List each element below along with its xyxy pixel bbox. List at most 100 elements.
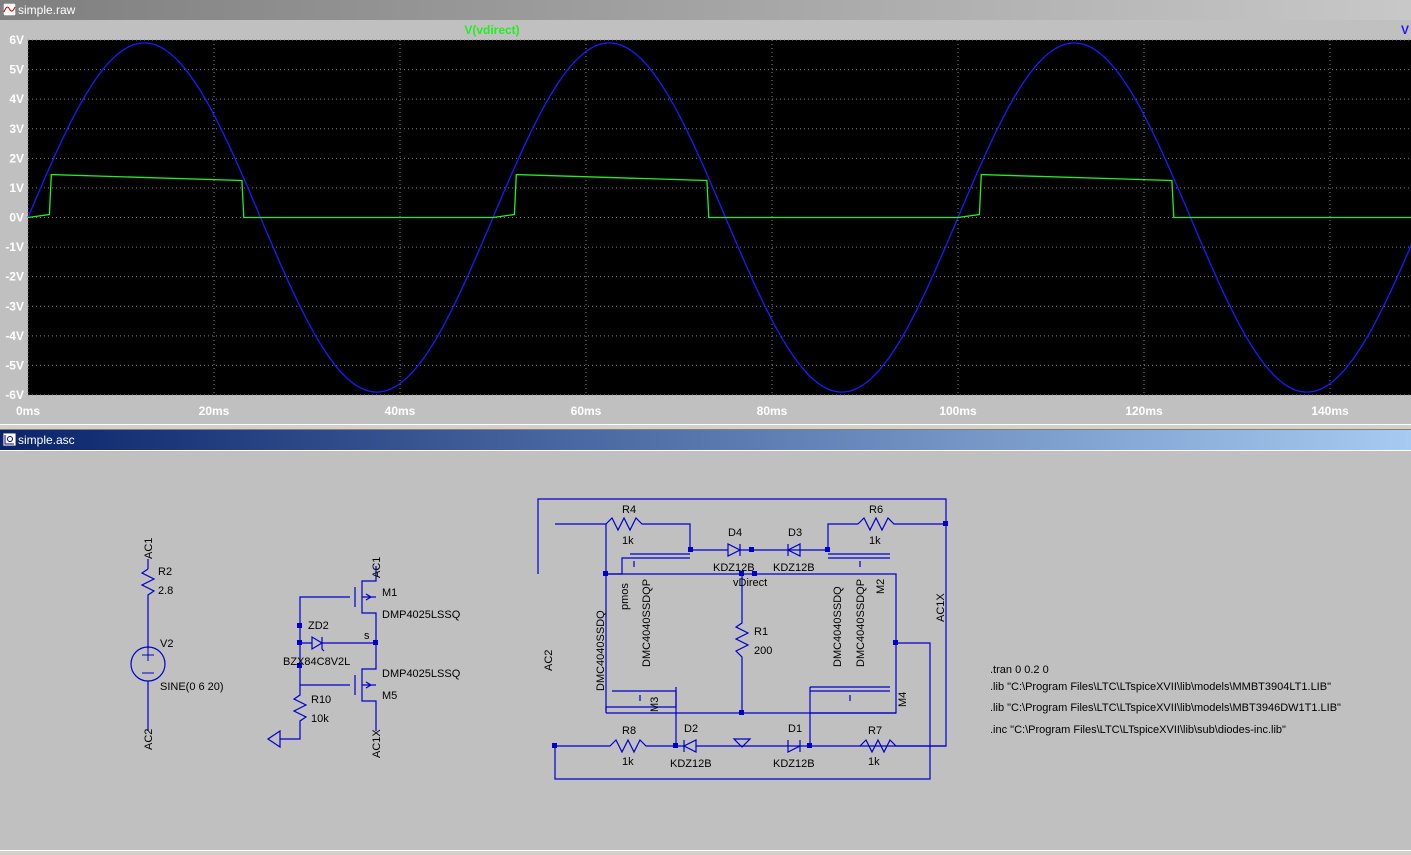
label-d1-model[interactable]: KDZ12B — [773, 758, 815, 770]
label-ac2-bridge[interactable]: AC2 — [543, 650, 555, 671]
label-m4[interactable]: M4 — [897, 692, 909, 707]
label-ac1x-bridge[interactable]: AC1X — [935, 593, 947, 622]
label-r6-value[interactable]: 1k — [869, 535, 881, 547]
y-tick-label: 5V — [9, 63, 24, 77]
label-r1[interactable]: R1 — [754, 626, 768, 638]
y-tick-label: 2V — [9, 151, 24, 165]
label-r7[interactable]: R7 — [868, 725, 882, 737]
label-vdirect[interactable]: vDirect — [733, 577, 767, 589]
label-r2[interactable]: R2 — [158, 566, 172, 578]
label-ac1-switch[interactable]: AC1 — [371, 557, 383, 578]
m1-body-arrow — [362, 593, 376, 601]
label-r8-value[interactable]: 1k — [622, 756, 634, 768]
label-d4[interactable]: D4 — [728, 527, 742, 539]
y-tick-label: 6V — [9, 33, 24, 47]
mosfet-m5-gate — [299, 666, 356, 695]
label-left-mos-b[interactable]: DMC4040SSDQP — [641, 579, 653, 667]
y-tick-label: 3V — [9, 122, 24, 136]
y-tick-label: -5V — [5, 358, 24, 372]
waveform-app-icon — [3, 3, 16, 16]
m5-body-arrow — [362, 681, 376, 689]
schematic-wires — [130, 498, 947, 780]
resistor-r2-symbol — [140, 568, 156, 649]
directive-lib-2[interactable]: .lib "C:\Program Files\LTC\LTspiceXVII\l… — [990, 702, 1341, 714]
label-d1[interactable]: D1 — [788, 723, 802, 735]
y-tick-label: -1V — [5, 240, 24, 254]
label-r8[interactable]: R8 — [622, 725, 636, 737]
x-axis-ticks: 0ms 20ms 40ms 60ms 80ms 100ms 120ms 140ms — [16, 404, 1349, 418]
label-pmos[interactable]: pmos — [619, 583, 631, 610]
resistor-r10-symbol — [280, 685, 308, 740]
label-right-mos-a[interactable]: DMC4040SSDQ — [832, 586, 844, 667]
label-m1[interactable]: M1 — [382, 587, 397, 599]
y-tick-label: 0V — [9, 211, 24, 225]
x-tick-label: 80ms — [757, 404, 788, 418]
x-tick-label: 120ms — [1125, 404, 1163, 418]
label-d2[interactable]: D2 — [684, 723, 698, 735]
schematic-canvas[interactable]: AC1 R2 2.8 V2 SINE(0 6 20) AC2 AC1 M1 DM… — [0, 451, 1411, 851]
schematic-app-icon — [3, 433, 16, 446]
label-d3-model[interactable]: KDZ12B — [773, 562, 815, 574]
waveform-plot[interactable]: 6V 5V 4V 3V 2V 1V 0V -1V -2V -3V -4V -5V -6V 0ms 20ms… — [0, 20, 1411, 424]
x-tick-label: 20ms — [199, 404, 230, 418]
trace-label-vdirect[interactable]: V(vdirect) — [464, 23, 519, 37]
plot-window-titlebar[interactable]: simple.raw — [0, 0, 1411, 20]
schematic-window-title: simple.asc — [18, 433, 75, 447]
y-tick-label: -6V — [5, 388, 24, 402]
schematic-junctions — [297, 521, 948, 748]
mosfet-m2 — [828, 553, 890, 567]
label-v2-value[interactable]: SINE(0 6 20) — [160, 681, 224, 693]
resistor-r6-symbol — [857, 516, 946, 532]
label-m2[interactable]: M2 — [875, 579, 887, 594]
label-zd2[interactable]: ZD2 — [308, 620, 329, 632]
label-m5-model[interactable]: DMP4025LSSQ — [382, 668, 461, 680]
y-tick-label: -3V — [5, 299, 24, 313]
label-d4-model[interactable]: KDZ12B — [713, 562, 755, 574]
label-right-mos-b[interactable]: DMC4040SSDQP — [855, 579, 867, 667]
label-m5[interactable]: M5 — [382, 690, 397, 702]
directive-lib-1[interactable]: .lib "C:\Program Files\LTC\LTspiceXVII\l… — [990, 681, 1331, 693]
mosfet-m4 — [810, 643, 897, 714]
x-tick-label: 140ms — [1311, 404, 1349, 418]
label-s-node[interactable]: s — [364, 630, 370, 642]
x-tick-label: 60ms — [571, 404, 602, 418]
directive-tran[interactable]: .tran 0 0.2 0 — [990, 664, 1049, 676]
diode-d2-symbol — [676, 739, 742, 753]
label-r4-value[interactable]: 1k — [622, 535, 634, 547]
label-r1-value[interactable]: 200 — [754, 645, 772, 657]
schematic-editor-pane[interactable]: AC1 R2 2.8 V2 SINE(0 6 20) AC2 AC1 M1 DM… — [0, 450, 1411, 851]
schematic-labels: AC1 R2 2.8 V2 SINE(0 6 20) AC2 AC1 M1 DM… — [143, 504, 1341, 770]
waveform-viewer-pane[interactable]: 6V 5V 4V 3V 2V 1V 0V -1V -2V -3V -4V -5V -6V 0ms 20ms… — [0, 20, 1411, 424]
label-zd2-model[interactable]: BZX84C8V2L — [283, 656, 350, 668]
label-ac1x-switch[interactable]: AC1X — [371, 729, 383, 758]
y-tick-label: -2V — [5, 270, 24, 284]
label-m3[interactable]: M3 — [649, 697, 661, 712]
label-r7-value[interactable]: 1k — [868, 756, 880, 768]
label-left-mos-a[interactable]: DMC4040SSDQ — [595, 610, 607, 691]
schematic-window-titlebar[interactable]: simple.asc — [0, 430, 1411, 450]
x-tick-label: 40ms — [385, 404, 416, 418]
y-axis-ticks: 6V 5V 4V 3V 2V 1V 0V -1V -2V -3V -4V -5V -6V — [5, 33, 24, 402]
y-tick-label: 4V — [9, 92, 24, 106]
label-d3[interactable]: D3 — [788, 527, 802, 539]
label-ac1-source[interactable]: AC1 — [143, 538, 155, 559]
label-ac2-source[interactable]: AC2 — [143, 729, 155, 750]
label-r6[interactable]: R6 — [869, 504, 883, 516]
y-tick-label: -4V — [5, 329, 24, 343]
ground-symbol — [266, 729, 281, 749]
x-tick-label: 0ms — [16, 404, 40, 418]
label-r10[interactable]: R10 — [311, 694, 331, 706]
label-v2[interactable]: V2 — [160, 638, 173, 650]
label-d2-model[interactable]: KDZ12B — [670, 758, 712, 770]
label-r10-value[interactable]: 10k — [311, 713, 329, 725]
mosfet-m3 — [605, 687, 677, 713]
y-tick-label: 1V — [9, 181, 24, 195]
label-r2-value[interactable]: 2.8 — [158, 585, 173, 597]
plot-window-title: simple.raw — [18, 3, 76, 17]
label-r4[interactable]: R4 — [622, 504, 636, 516]
label-m1-model[interactable]: DMP4025LSSQ — [382, 609, 461, 621]
directive-inc[interactable]: .inc "C:\Program Files\LTC\LTspiceXVII\l… — [990, 724, 1286, 736]
resistor-r1-symbol — [734, 574, 750, 713]
trace-label-source[interactable]: V — [1401, 23, 1409, 37]
wire-m5 — [361, 643, 377, 731]
